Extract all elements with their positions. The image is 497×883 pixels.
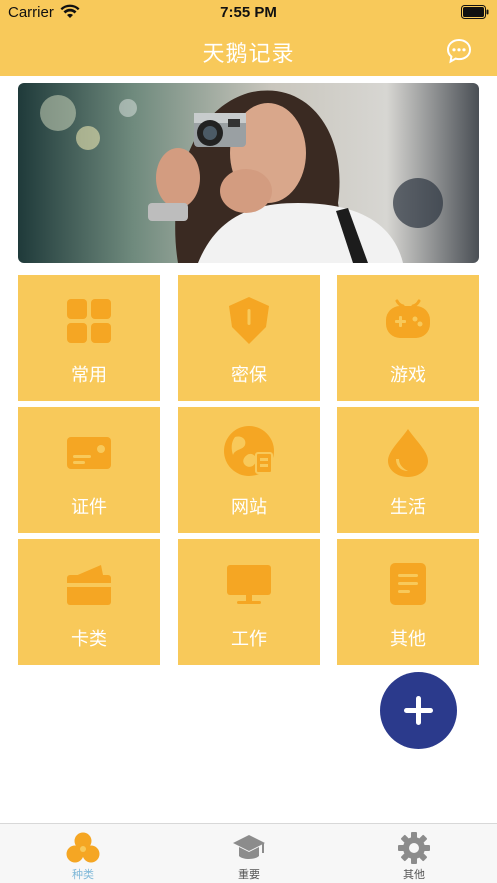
category-label: 常用 <box>71 365 107 386</box>
clock: 7:55 PM <box>220 4 277 21</box>
tab-categories[interactable]: 种类 <box>0 824 166 883</box>
category-tile-cards[interactable]: 卡类 <box>18 539 160 665</box>
categories-icon <box>66 832 100 863</box>
category-tile-common[interactable]: 常用 <box>18 275 160 401</box>
category-tile-security[interactable]: 密保 <box>178 275 320 401</box>
category-label: 其他 <box>390 629 426 650</box>
nav-bar: 天鹅记录 <box>0 26 497 76</box>
category-tile-life[interactable]: 生活 <box>337 407 479 533</box>
status-bar: Carrier 7:55 PM <box>0 0 497 26</box>
category-tile-websites[interactable]: 网站 <box>178 407 320 533</box>
grid-icon <box>67 299 111 343</box>
graduation-cap-icon <box>233 835 265 859</box>
category-tile-documents[interactable]: 证件 <box>18 407 160 533</box>
tab-important[interactable]: 重要 <box>166 824 332 883</box>
category-label: 游戏 <box>390 365 426 386</box>
gamepad-icon <box>386 299 430 338</box>
tab-label: 重要 <box>238 868 260 881</box>
category-tile-work[interactable]: 工作 <box>178 539 320 665</box>
category-label: 网站 <box>231 497 267 518</box>
plus-icon <box>404 696 433 725</box>
tab-label: 其他 <box>403 868 425 881</box>
tab-label: 种类 <box>72 868 94 881</box>
monitor-icon <box>227 565 271 604</box>
category-label: 密保 <box>231 365 267 386</box>
category-label: 卡类 <box>71 629 107 650</box>
wallet-card-icon <box>67 565 111 605</box>
category-label: 工作 <box>231 629 267 650</box>
id-card-icon <box>67 437 111 469</box>
category-label: 生活 <box>390 497 426 518</box>
tab-bar: 种类 重要 其他 <box>0 823 497 883</box>
photo-banner[interactable] <box>18 83 479 263</box>
category-tile-other[interactable]: 其他 <box>337 539 479 665</box>
tab-other[interactable]: 其他 <box>331 824 497 883</box>
document-icon <box>390 563 426 605</box>
category-label: 证件 <box>71 497 107 518</box>
globe-icon <box>224 426 274 476</box>
gear-icon <box>398 832 430 864</box>
banner-image <box>18 83 479 263</box>
shield-icon <box>229 297 269 344</box>
water-drop-icon <box>388 429 428 477</box>
chat-bubble-icon[interactable] <box>445 37 473 65</box>
battery-icon <box>461 5 489 19</box>
category-tile-games[interactable]: 游戏 <box>337 275 479 401</box>
add-button[interactable] <box>380 672 457 749</box>
page-title: 天鹅记录 <box>202 42 295 67</box>
